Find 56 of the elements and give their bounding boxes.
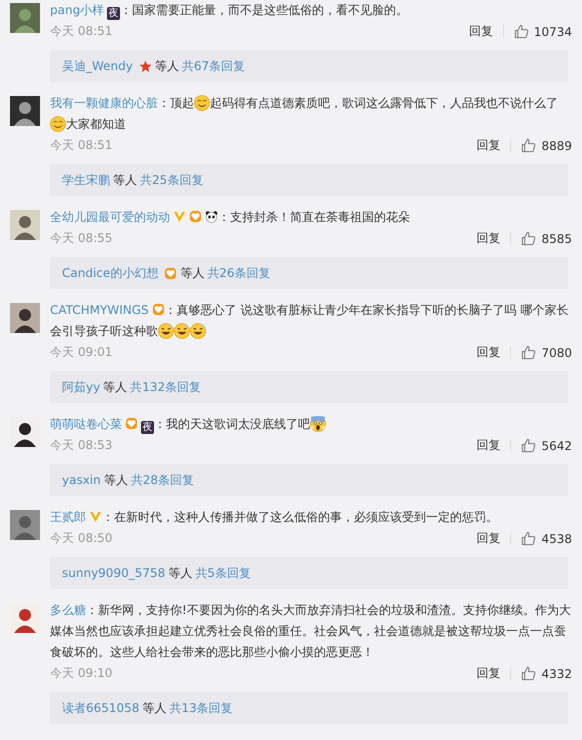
like-button[interactable]: 10734 [514,24,572,39]
reply-link[interactable]: 回复 [476,530,500,547]
thumbs-up-icon [521,438,536,453]
others-label: 等人 [142,700,166,716]
thumbs-up-icon [521,345,536,360]
smiley-icon [50,116,66,132]
smiley-icon [194,95,210,111]
grinning-face-icon [190,323,206,339]
verified-icon [173,210,186,223]
others-label: 等人 [168,564,192,582]
others-label: 等人 [103,378,128,396]
reply-link[interactable]: 回复 [476,230,500,247]
others-label: 等人 [154,58,179,74]
thumbs-up-icon [514,24,529,39]
comment-time: 今天 08:53 [50,437,112,454]
comment-text: CATCHMYWINGS ：真够恶心了 说这歌有脏标让青少年在家长指导下听的长脑子了吗 哪个家长会引导孩子听这种歌 [50,302,570,341]
like-button[interactable]: 4332 [521,666,572,681]
verified-icon [89,510,102,523]
panda-icon [205,210,218,223]
comment-text: 我有一颗健康的心脏：顶起 起码得有点道德素质吧，歌词这么露骨低下，人品我也不说什么了 大家都知道 [50,94,559,134]
reply-link[interactable]: 回复 [476,137,500,154]
thumbs-up-icon [521,231,536,246]
thumbs-up-icon [521,138,536,153]
reply-link[interactable]: 回复 [476,344,500,361]
like-button[interactable]: 5642 [521,438,572,453]
others-label: 等人 [104,472,128,488]
like-button[interactable]: 8889 [521,138,572,153]
like-button[interactable]: 7080 [521,345,572,360]
like-button[interactable]: 8585 [521,231,572,246]
others-label: 等人 [113,172,137,188]
comment-time: 今天 08:51 [50,23,112,40]
heart-badge-icon [164,266,178,280]
reply-link[interactable]: 回复 [476,665,500,682]
night-badge: 夜 [141,421,154,434]
heart-badge-icon [125,417,138,430]
others-label: 等人 [180,264,204,282]
night-badge: 夜 [107,7,120,20]
heart-badge-icon [152,303,165,316]
comment-time: 今天 09:01 [50,344,112,361]
star-icon [138,60,152,72]
reply-link[interactable]: 回复 [476,437,500,454]
thumbs-up-icon [521,531,536,546]
comment-time: 今天 08:51 [50,137,112,154]
comment-time: 今天 09:10 [50,665,112,682]
comment-time: 今天 08:50 [50,530,112,547]
comment-text: 多么糖：新华网，支持你!不要因为你的名头大而放弃清扫社会的垃圾和渣渣。支持你继续。作为大媒体当然也应该承担起建立优秀社会良俗的重任。社会风气，社会道德就是被这帮垃圾一点一点蚕食破坏的。这些人给社会带来的恶比那些小偷小摸的恶更恶！ [50,602,572,661]
comment-time: 今天 08:55 [50,230,112,247]
grinning-face-icon [174,323,190,339]
grinning-face-icon [158,323,174,339]
thumbs-up-icon [521,666,536,681]
heart-badge-icon [189,210,202,223]
comment-text: 王贰郎 ：在新时代，这种人传播并做了这么低俗的事，必须应该受到一定的惩罚。 [50,509,499,526]
reply-link[interactable]: 回复 [468,23,493,40]
like-button[interactable]: 4538 [521,531,572,546]
screaming-face-icon [310,416,326,432]
comment-text: 全幼儿园最可爱的动动 ：支持封杀！简直在荼毒祖国的花朵 [50,209,411,226]
